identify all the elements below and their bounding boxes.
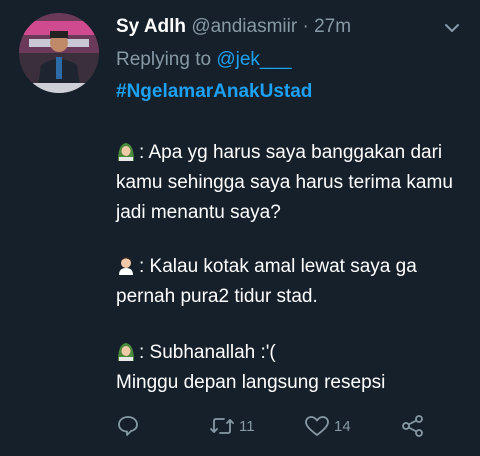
heart-icon [305,416,329,436]
tweet-line-1-text: : Apa yg harus saya banggakan dari kamu … [116,142,453,223]
tweet-line-3: : Subhanallah :'( [116,338,466,368]
tweet-line-4-text: Minggu depan langsung resepsi [116,372,386,393]
share-button[interactable] [400,412,426,440]
replying-to-label: Replying to [116,49,217,70]
tweet-line-3-text: : Subhanallah :'( [139,342,276,363]
hijab-woman-emoji-icon [118,143,134,161]
timestamp[interactable]: 27m [314,16,351,37]
chevron-down-icon[interactable] [440,20,464,38]
replying-to-mention[interactable]: @jek___ [216,49,291,70]
hijab-woman-emoji-icon [118,343,134,361]
hashtag-link[interactable]: #NgelamarAnakUstad [116,80,312,104]
tweet-header: Sy Adlh @andiasmiir · 27m [116,15,351,39]
tweet-line-1: : Apa yg harus saya banggakan dari kamu … [116,138,466,228]
retweet-button[interactable]: 11 [209,412,255,440]
tweet-actions: 11 14 [116,412,436,440]
user-handle[interactable]: @andiasmiir [191,16,297,37]
avatar-photo [19,13,99,93]
avatar[interactable] [19,13,99,93]
like-count: 14 [334,417,351,435]
tweet-line-2-text: : Kalau kotak amal lewat saya ga pernah … [116,256,417,307]
replying-to: Replying to @jek___ [116,48,292,72]
man-emoji-icon [119,257,133,275]
reply-button[interactable] [116,412,144,440]
display-name[interactable]: Sy Adlh [116,16,186,37]
retweet-icon [210,418,234,434]
reply-icon [118,416,138,436]
like-button[interactable]: 14 [304,412,351,440]
retweet-count: 11 [239,417,255,435]
tweet-line-4: Minggu depan langsung resepsi [116,368,466,398]
tweet-line-2: : Kalau kotak amal lewat saya ga pernah … [116,252,466,312]
separator-dot: · [297,16,315,37]
share-icon [402,415,423,437]
